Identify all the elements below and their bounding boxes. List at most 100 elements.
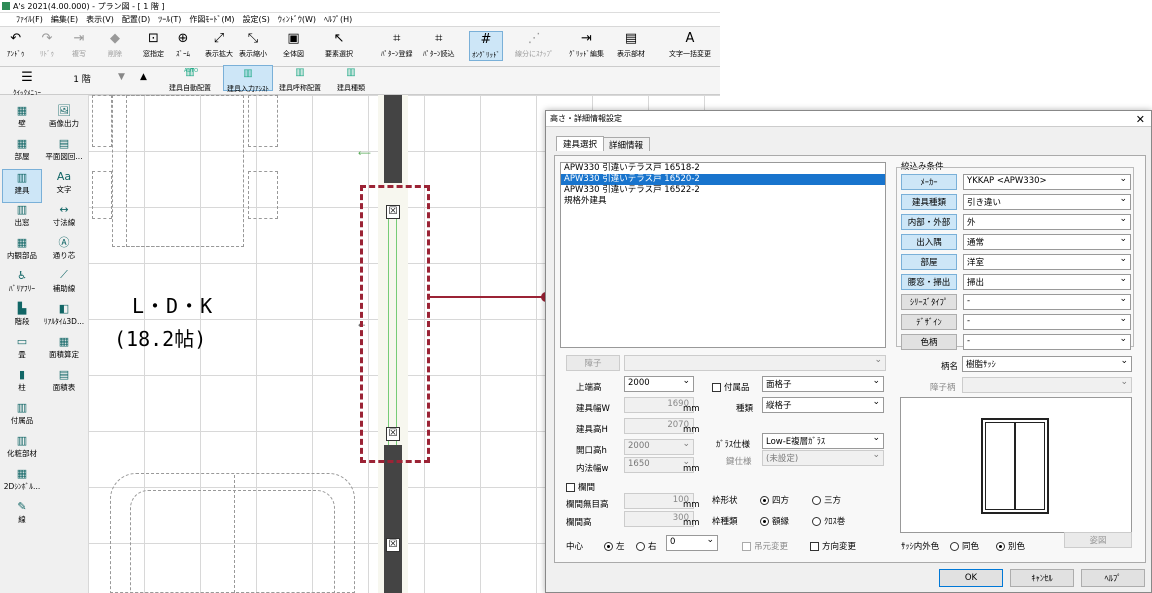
filter-button[interactable]: ﾒｰｶｰ (901, 174, 957, 190)
filter-combo[interactable]: 外 (963, 214, 1131, 230)
zoom-out-button[interactable]: ⤡ 表示縮小 (239, 31, 267, 59)
zoom-in-button[interactable]: ⤢ 表示拡大 (205, 31, 233, 59)
frame-type-radio-2[interactable] (812, 517, 821, 526)
quick-menu-button[interactable]: ☰ ｸｲｯｸﾒﾆｭｰ (13, 70, 41, 98)
accessory-combo[interactable]: 面格子 (762, 376, 884, 392)
window-endpoint-icon[interactable]: ☒ (386, 538, 400, 552)
list-item[interactable]: APW330 引違いテラス戸 16522-2 (561, 185, 885, 196)
sidebar-item-stairs[interactable]: ▙ 階段 (2, 301, 42, 327)
shoji-button[interactable]: 障子 (566, 355, 620, 371)
help-button[interactable]: ﾍﾙﾌﾟ (1081, 569, 1145, 587)
sidebar-item-image-output[interactable]: 🖼 画像出力 (44, 103, 84, 129)
close-icon[interactable]: ✕ (1136, 113, 1145, 126)
frame-shape-radio-2[interactable] (812, 496, 821, 505)
list-item[interactable]: APW330 引違いテラス戸 16518-2 (561, 163, 885, 174)
sidebar-item-bay-window[interactable]: ▥ 出窓 (2, 202, 42, 228)
sidebar-item-grid-axis[interactable]: Ⓐ 通り芯 (44, 235, 84, 261)
sash-same-color-radio[interactable] (950, 542, 959, 551)
sidebar-item-trim[interactable]: ▥ 化粧部材 (2, 433, 42, 459)
filter-combo[interactable]: - (963, 314, 1131, 330)
filter-button[interactable]: 内部・外部 (901, 214, 957, 230)
sidebar-item-dimension[interactable]: ↔ 寸法線 (44, 202, 84, 228)
sidebar-item-realtime-3d[interactable]: ◧ ﾘｱﾙﾀｲﾑ3D... (44, 301, 84, 327)
filter-combo[interactable]: - (963, 334, 1131, 350)
frame-shape-radio-1[interactable] (760, 496, 769, 505)
floor-down-icon[interactable]: ▼ (118, 72, 125, 82)
fitting-list[interactable]: APW330 引違いテラス戸 16518-2 APW330 引違いテラス戸 165… (560, 162, 886, 348)
center-offset-combo[interactable]: 0 (666, 535, 718, 551)
menu-item[interactable]: ﾂｰﾙ(T) (158, 14, 181, 25)
cursor-button[interactable]: ↖ 要素選択 (325, 31, 353, 59)
filter-button[interactable]: 色柄 (901, 334, 957, 350)
redo-button[interactable]: ↷ ﾘﾄﾞｩ (39, 31, 55, 59)
filter-button[interactable]: 部屋 (901, 254, 957, 270)
menu-item[interactable]: 設定(S) (243, 14, 270, 25)
menu-item[interactable]: 表示(V) (86, 14, 114, 25)
elevation-button[interactable]: 姿図 (1064, 532, 1132, 548)
list-item[interactable]: 規格外建具 (561, 196, 885, 207)
sash-diff-color-radio[interactable] (996, 542, 1005, 551)
filter-combo[interactable]: 洋室 (963, 254, 1131, 270)
pattern-combo[interactable]: 樹脂ｻｯｼ (962, 356, 1132, 372)
copy-button[interactable]: ⇥ 複写 (71, 31, 87, 59)
filter-button[interactable]: ﾃﾞｻﾞｲﾝ (901, 314, 957, 330)
sidebar-item-guide-line[interactable]: ⟋ 補助線 (44, 268, 84, 294)
filter-button[interactable]: 出入隅 (901, 234, 957, 250)
zoom-button[interactable]: ⊕ ｽﾞｰﾑ (175, 31, 191, 59)
sidebar-item-column[interactable]: ▮ 柱 (2, 367, 42, 393)
fitting-name-button[interactable]: ▥ 建具呼称配置 (279, 65, 321, 93)
type-combo[interactable]: 縦格子 (762, 397, 884, 413)
filter-combo[interactable]: 引き違い (963, 194, 1131, 210)
sidebar-item-fitting[interactable]: ▥ 建具 (2, 169, 42, 203)
sidebar-item-line[interactable]: ✎ 線 (2, 499, 42, 525)
sidebar-item-area-table[interactable]: ▤ 面積表 (44, 367, 84, 393)
hang-change-checkbox[interactable] (742, 542, 751, 551)
filter-button[interactable]: 腰窓・掃出 (901, 274, 957, 290)
sidebar-item-plan-rotate[interactable]: ▤ 平面図回... (44, 136, 84, 162)
sidebar-item-tatami[interactable]: ▭ 畳 (2, 334, 42, 360)
shoji-combo[interactable] (624, 355, 886, 371)
fitting-assist-button[interactable]: ▥ 建具入力ｱｼｽﾄ (223, 65, 273, 93)
top-height-combo[interactable]: 2000 (624, 376, 694, 392)
sidebar-item-wall[interactable]: ▦ 壁 (2, 103, 42, 129)
cancel-button[interactable]: ｷｬﾝｾﾙ (1010, 569, 1074, 587)
undo-button[interactable]: ↶ ｱﾝﾄﾞｩ (7, 31, 25, 59)
ok-button[interactable]: OK (939, 569, 1003, 587)
sidebar-item-text[interactable]: Aa 文字 (44, 169, 84, 195)
center-left-radio[interactable] (604, 542, 613, 551)
transom-checkbox[interactable] (566, 483, 575, 492)
menu-item[interactable]: ﾍﾙﾌﾟ(H) (324, 14, 352, 25)
on-grid-button[interactable]: # ｵﾝｸﾞﾘｯﾄﾞ (469, 31, 503, 61)
floor-up-icon[interactable]: ▲ (140, 72, 147, 82)
sidebar-item-2d-symbol[interactable]: ▦ 2Dｼﾝﾎﾞﾙ... (2, 466, 42, 492)
floor-indicator[interactable]: 1 階 (56, 72, 108, 88)
lock-combo[interactable]: (未設定) (762, 450, 884, 466)
filter-combo[interactable]: YKKAP <APW330> (963, 174, 1131, 190)
direction-change-checkbox[interactable] (810, 542, 819, 551)
filter-button[interactable]: ｼﾘｰｽﾞﾀｲﾌﾟ (901, 294, 957, 310)
glass-combo[interactable]: Low-E複層ｶﾞﾗｽ (762, 433, 884, 449)
eraser-button[interactable]: ◆ 削除 (107, 31, 123, 59)
filter-combo[interactable]: 掃出 (963, 274, 1131, 290)
menu-item[interactable]: 作図ﾓｰﾄﾞ(M) (189, 14, 234, 25)
pattern-load-button[interactable]: ⌗ ﾊﾟﾀｰﾝ読込 (423, 31, 455, 59)
menu-item[interactable]: ｳｨﾝﾄﾞｳ(W) (278, 14, 316, 25)
sidebar-item-room[interactable]: ▦ 部屋 (2, 136, 42, 162)
fitting-type-button[interactable]: ▥ 建具種類 (337, 65, 365, 93)
tab-detail-info[interactable]: 詳細情報 (602, 137, 651, 151)
menu-item[interactable]: 配置(D) (122, 14, 150, 25)
tab-fitting-select[interactable]: 建具選択 (556, 136, 605, 151)
snap-line-button[interactable]: ⋰ 線分にｽﾅｯﾌﾟ (515, 31, 554, 59)
menu-item[interactable]: 編集(E) (51, 14, 78, 25)
open-height-combo[interactable]: 2000 (624, 439, 694, 455)
display-parts-button[interactable]: ▤ 表示部材 (617, 31, 645, 59)
filter-combo[interactable]: - (963, 294, 1131, 310)
sidebar-item-accessory[interactable]: ▥ 付属品 (2, 400, 42, 426)
shoji-pattern-combo[interactable] (962, 377, 1132, 393)
sidebar-item-area-calc[interactable]: ▦ 面積算定 (44, 334, 84, 360)
filter-button[interactable]: 建具種類 (901, 194, 957, 210)
grid-edit-button[interactable]: ⇥ ｸﾞﾘｯﾄﾞ編集 (569, 31, 604, 59)
center-right-radio[interactable] (636, 542, 645, 551)
list-item[interactable]: APW330 引違いテラス戸 16520-2 (561, 174, 885, 185)
menu-item[interactable]: ﾌｧｲﾙ(F) (16, 14, 43, 25)
